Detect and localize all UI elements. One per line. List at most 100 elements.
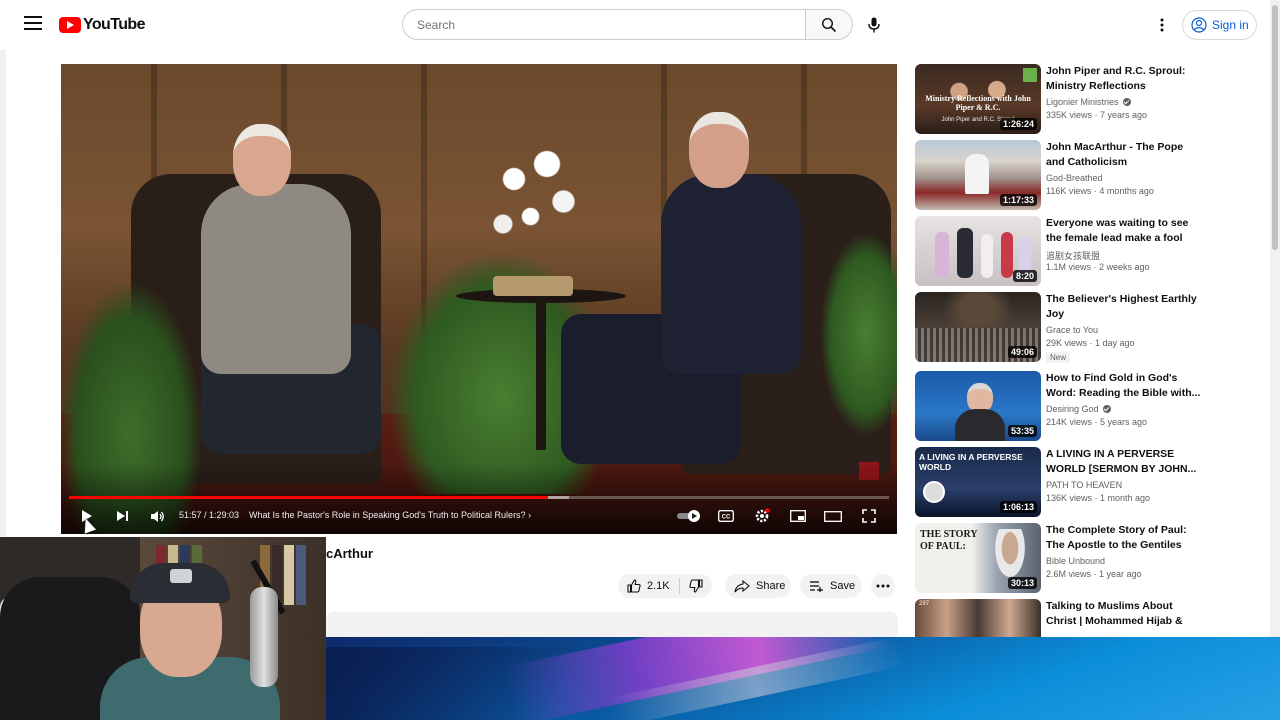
channel-name[interactable]: Bible Unbound: [1046, 556, 1105, 566]
search-box[interactable]: [402, 9, 806, 40]
next-button[interactable]: [112, 506, 132, 526]
like-count: 2.1K: [647, 580, 670, 592]
recommendation-title[interactable]: A LIVING IN A PERVERSE WORLD [SERMON BY …: [1046, 447, 1204, 477]
video-duration: 49:06: [1007, 346, 1037, 358]
channel-name[interactable]: Grace to You: [1046, 325, 1098, 335]
thumbnail-text: Ministry Reflections with John Piper & R…: [925, 94, 1031, 112]
recommendation-thumbnail[interactable]: Ministry Reflections with John Piper & R…: [915, 64, 1041, 134]
thumbnail-figure: [957, 228, 973, 278]
speaker-left-head: [233, 124, 291, 196]
gear-icon: [755, 508, 770, 523]
account-icon: [1191, 17, 1207, 33]
masthead: YouTube Sign in: [0, 0, 1270, 50]
thumbs-up-icon: [627, 579, 641, 593]
video-meta: 1.1M views · 2 weeks ago: [1046, 262, 1150, 272]
recommendation-title[interactable]: How to Find Gold in God's Word: Reading …: [1046, 371, 1204, 401]
volume-icon: [150, 510, 164, 522]
progress-played: [69, 496, 548, 499]
share-label: Share: [756, 580, 786, 592]
verified-icon: [1122, 98, 1131, 106]
mute-button[interactable]: [147, 506, 167, 526]
video-player[interactable]: 51:57 / 1:29:03 What Is the Pastor's Rol…: [61, 64, 897, 534]
fullscreen-icon: [862, 509, 876, 523]
share-icon: [734, 579, 750, 592]
thumbnail-figure: [1001, 232, 1013, 278]
video-duration: 1:17:33: [999, 194, 1037, 206]
settings-more-button[interactable]: [1150, 13, 1174, 37]
time-display: 51:57 / 1:29:03: [179, 510, 240, 520]
more-vert-icon: [1160, 18, 1164, 32]
like-dislike-group: 2.1K: [618, 574, 712, 598]
thumbnail-text: 297: [919, 601, 930, 607]
share-button[interactable]: Share: [725, 574, 791, 598]
chapter-label: What Is the Pastor's Role in Speaking Go…: [249, 510, 526, 520]
scrollbar-thumb[interactable]: [1272, 5, 1278, 250]
logo-text: YouTube: [83, 16, 145, 33]
recommendation-title[interactable]: John MacArthur - The Pope and Catholicis…: [1046, 140, 1204, 170]
thumbs-down-icon: [689, 579, 703, 593]
search-icon: [821, 17, 837, 32]
channel-name[interactable]: Ligonier Ministries: [1046, 97, 1131, 107]
recommendation-thumbnail[interactable]: 297: [915, 599, 1041, 637]
book: [284, 545, 294, 605]
playlist-add-icon: [810, 581, 823, 592]
channel-name[interactable]: PATH TO HEAVEN: [1046, 480, 1122, 490]
ligonier-logo-icon: [1023, 68, 1037, 82]
video-duration: 30:13: [1007, 577, 1037, 589]
recommendation-title[interactable]: The Believer's Highest Earthly Joy: [1046, 292, 1204, 322]
video-title: cArthur: [326, 546, 373, 561]
thumbnail-figure: [981, 234, 993, 278]
like-button[interactable]: 2.1K: [618, 578, 680, 594]
recommendation-thumbnail[interactable]: 1:17:33: [915, 140, 1041, 210]
channel-label: Ligonier Ministries: [1046, 97, 1119, 107]
recommendation-thumbnail[interactable]: 53:35: [915, 371, 1041, 441]
sign-in-label: Sign in: [1212, 18, 1249, 32]
video-meta: 2.6M views · 1 year ago: [1046, 569, 1142, 579]
recommendation-title[interactable]: Everyone was waiting to see the female l…: [1046, 216, 1204, 246]
recommendation-title[interactable]: The Complete Story of Paul: The Apostle …: [1046, 523, 1204, 553]
miniplayer-icon: [790, 510, 806, 522]
recommendation-title[interactable]: John Piper and R.C. Sproul: Ministry Ref…: [1046, 64, 1204, 94]
thumbnail-figure: [935, 232, 949, 278]
more-actions-button[interactable]: [871, 574, 895, 598]
skip-next-icon: [116, 511, 128, 521]
menu-icon[interactable]: [24, 16, 42, 30]
recommendation-thumbnail[interactable]: 49:06: [915, 292, 1041, 362]
video-meta: 335K views · 7 years ago: [1046, 110, 1148, 120]
more-horiz-icon: [876, 584, 890, 588]
new-badge: New: [1046, 352, 1071, 363]
table-leg: [536, 300, 546, 450]
voice-search-button[interactable]: [858, 9, 889, 40]
autoplay-icon: [677, 510, 700, 522]
channel-name[interactable]: 追剧女孩联盟: [1046, 249, 1100, 262]
youtube-logo[interactable]: YouTube: [59, 15, 145, 35]
theater-mode-button[interactable]: [823, 506, 843, 526]
thumbnail-figure: [965, 154, 989, 194]
dislike-button[interactable]: [680, 579, 712, 593]
sign-in-button[interactable]: Sign in: [1182, 10, 1257, 40]
book: [296, 545, 306, 605]
chapter-title[interactable]: What Is the Pastor's Role in Speaking Go…: [249, 510, 531, 520]
recommendation-thumbnail[interactable]: 8:20: [915, 216, 1041, 286]
cap-logo: [170, 569, 192, 583]
fullscreen-button[interactable]: [859, 506, 879, 526]
video-duration: 8:20: [1012, 270, 1037, 282]
recommendation-thumbnail[interactable]: THE STORY OF PAUL: 30:13: [915, 523, 1041, 593]
autoplay-toggle[interactable]: [675, 506, 703, 526]
subtitles-button[interactable]: CC: [716, 506, 736, 526]
settings-button[interactable]: [752, 506, 772, 526]
cc-icon: CC: [718, 510, 734, 522]
video-meta: 29K views · 1 day ago: [1046, 338, 1135, 348]
video-duration: 1:06:13: [999, 501, 1037, 513]
channel-name[interactable]: God-Breathed: [1046, 173, 1103, 183]
search-input[interactable]: [415, 16, 785, 33]
search-button[interactable]: [805, 9, 853, 40]
recommendation-thumbnail[interactable]: A LIVING IN A PERVERSE WORLD 1:06:13: [915, 447, 1041, 517]
thumbnail-text: A LIVING IN A PERVERSE WORLD: [919, 452, 1023, 472]
video-duration: 53:35: [1007, 425, 1037, 437]
channel-name[interactable]: Desiring God: [1046, 404, 1111, 414]
miniplayer-button[interactable]: [788, 506, 808, 526]
recommendation-title[interactable]: Talking to Muslims About Christ | Mohamm…: [1046, 599, 1204, 629]
video-meta: 136K views · 1 month ago: [1046, 493, 1151, 503]
save-button[interactable]: Save: [800, 574, 862, 598]
